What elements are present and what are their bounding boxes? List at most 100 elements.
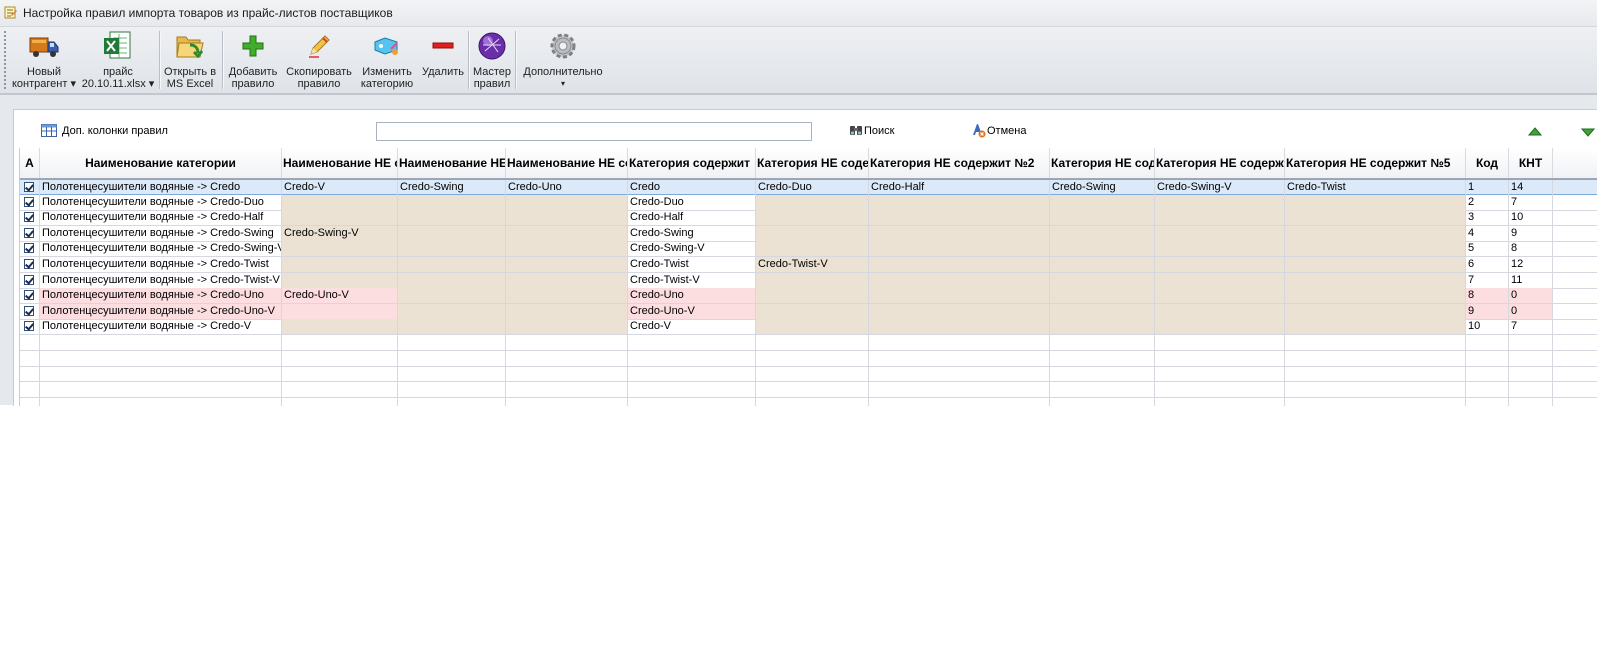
table-row[interactable]: Полотенцесушители водяные -> Credo-Swing… — [20, 241, 1597, 258]
cell-cne5[interactable] — [1285, 225, 1466, 241]
cell-ne1[interactable] — [282, 319, 398, 335]
cell-name[interactable]: Полотенцесушители водяные -> Credo-Uno — [40, 288, 282, 304]
empty-cell[interactable] — [40, 381, 282, 397]
empty-cell[interactable] — [1285, 335, 1466, 350]
copy-rule-button[interactable]: Скопировать правило — [282, 28, 356, 92]
table-row[interactable]: Полотенцесушители водяные -> Credo-V Cred… — [20, 319, 1597, 336]
cell-cat[interactable]: Credo-Half — [628, 210, 756, 226]
empty-cell[interactable] — [869, 381, 1050, 397]
cell-cne3[interactable] — [1050, 225, 1155, 241]
empty-cell[interactable] — [282, 335, 398, 350]
cell-cne2[interactable] — [869, 257, 1050, 272]
cell-knt[interactable]: 7 — [1509, 319, 1553, 335]
empty-cell[interactable] — [1050, 397, 1155, 406]
column-header-category-excludes-3[interactable]: Категория НЕ содержит №3 — [1050, 148, 1155, 178]
column-header-category-name[interactable]: Наименование категории — [40, 148, 282, 178]
cell-ne1[interactable]: Credo-Swing-V — [282, 225, 398, 241]
empty-cell[interactable] — [869, 397, 1050, 406]
empty-table-row[interactable] — [20, 366, 1597, 383]
empty-cell[interactable] — [1285, 366, 1466, 382]
cell-ne2[interactable] — [398, 272, 506, 288]
add-rule-button[interactable]: Добавить правило — [224, 28, 282, 92]
cell-knt[interactable]: 7 — [1509, 194, 1553, 210]
cell-cat[interactable]: Credo-Duo — [628, 194, 756, 210]
column-header-knt[interactable]: КНТ — [1509, 148, 1553, 178]
cell-knt[interactable]: 14 — [1509, 180, 1553, 195]
active-cell[interactable] — [20, 241, 40, 257]
cell-cne4[interactable] — [1155, 257, 1285, 272]
cell-cne3[interactable] — [1050, 241, 1155, 257]
empty-cell[interactable] — [1155, 366, 1285, 382]
toolbar-grip[interactable] — [4, 31, 6, 89]
empty-cell[interactable] — [1466, 381, 1509, 397]
active-cell[interactable] — [20, 257, 40, 272]
cell-cne1[interactable] — [756, 319, 869, 335]
cell-cne1[interactable] — [756, 225, 869, 241]
active-cell[interactable] — [20, 319, 40, 335]
empty-cell[interactable] — [1553, 257, 1597, 272]
cell-ne2[interactable] — [398, 303, 506, 319]
column-header-category-excludes-4[interactable]: Категория НЕ содержит №4 — [1155, 148, 1285, 178]
cell-cne5[interactable] — [1285, 303, 1466, 319]
cell-cne1[interactable] — [756, 241, 869, 257]
cell-cne2[interactable] — [869, 210, 1050, 226]
empty-cell[interactable] — [20, 350, 40, 366]
cell-cne5[interactable] — [1285, 257, 1466, 272]
cell-ne1[interactable] — [282, 303, 398, 319]
open-excel-button[interactable]: Открыть в MS Excel — [160, 28, 220, 92]
cell-ne2[interactable] — [398, 225, 506, 241]
cell-ne3[interactable] — [506, 319, 628, 335]
empty-cell[interactable] — [20, 366, 40, 382]
cell-cne5[interactable]: Credo-Twist — [1285, 180, 1466, 195]
cell-cne2[interactable] — [869, 303, 1050, 319]
cell-ne2[interactable] — [398, 288, 506, 304]
active-cell[interactable] — [20, 303, 40, 319]
empty-cell[interactable] — [40, 350, 282, 366]
column-header-category-excludes-1[interactable]: Категория НЕ содержит №1 — [756, 148, 869, 178]
empty-cell[interactable] — [1509, 381, 1553, 397]
empty-cell[interactable] — [506, 397, 628, 406]
empty-cell[interactable] — [1155, 381, 1285, 397]
cell-cne1[interactable] — [756, 272, 869, 288]
cell-cne1[interactable] — [756, 210, 869, 226]
column-header-category-contains[interactable]: Категория содержит — [628, 148, 756, 178]
active-cell[interactable] — [20, 210, 40, 226]
cell-ne3[interactable] — [506, 272, 628, 288]
cell-cat[interactable]: Credo-Twist — [628, 257, 756, 272]
empty-cell[interactable] — [40, 366, 282, 382]
empty-table-row[interactable] — [20, 335, 1597, 351]
table-row[interactable]: Полотенцесушители водяные -> Credo-Uno-V… — [20, 303, 1597, 320]
empty-cell[interactable] — [1553, 382, 1597, 397]
empty-cell[interactable] — [1553, 366, 1597, 381]
table-row[interactable]: Полотенцесушители водяные -> Credo-Twist… — [20, 257, 1597, 273]
cell-ne3[interactable] — [506, 225, 628, 241]
rules-wizard-button[interactable]: Мастер правил — [470, 28, 514, 92]
cell-name[interactable]: Полотенцесушители водяные -> Credo-Swing — [40, 225, 282, 241]
cell-ne1[interactable] — [282, 272, 398, 288]
cell-cne2[interactable] — [869, 225, 1050, 241]
cell-cne4[interactable] — [1155, 241, 1285, 257]
empty-cell[interactable] — [398, 335, 506, 350]
cell-cne1[interactable] — [756, 288, 869, 304]
table-row[interactable]: Полотенцесушители водяные -> Credo-Duo Cr… — [20, 194, 1597, 211]
empty-cell[interactable] — [282, 350, 398, 366]
empty-cell[interactable] — [1155, 350, 1285, 366]
column-header-category-excludes-2[interactable]: Категория НЕ содержит №2 — [869, 148, 1050, 178]
cell-ne1[interactable] — [282, 257, 398, 272]
empty-cell[interactable] — [1553, 210, 1597, 225]
cell-cne4[interactable] — [1155, 194, 1285, 210]
cell-code[interactable]: 7 — [1466, 272, 1509, 288]
cell-cne3[interactable] — [1050, 210, 1155, 226]
cell-cne1[interactable] — [756, 303, 869, 319]
empty-cell[interactable] — [1466, 366, 1509, 382]
cell-cne3[interactable] — [1050, 288, 1155, 304]
empty-cell[interactable] — [1553, 319, 1597, 334]
cell-ne3[interactable] — [506, 288, 628, 304]
cell-cne3[interactable] — [1050, 319, 1155, 335]
new-counterparty-button[interactable]: Новый контрагент ▾ — [8, 28, 80, 92]
empty-cell[interactable] — [40, 397, 282, 406]
cell-cat[interactable]: Credo-Swing — [628, 225, 756, 241]
active-checkbox[interactable] — [24, 274, 34, 285]
cell-ne3[interactable] — [506, 303, 628, 319]
column-header-code[interactable]: Код — [1466, 148, 1509, 178]
